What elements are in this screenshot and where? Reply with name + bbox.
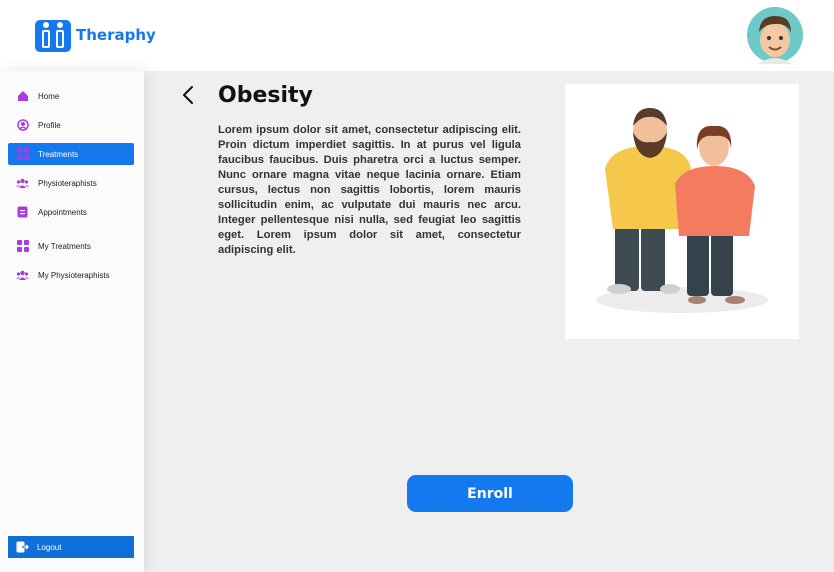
sidebar-item-treatments[interactable]: Treatments (8, 143, 134, 165)
sidebar-item-label: Home (38, 91, 60, 101)
users-icon (16, 269, 29, 282)
sidebar-item-label: My Treatments (38, 241, 91, 251)
logout-button[interactable]: Logout (8, 536, 134, 558)
treatment-illustration (565, 84, 799, 339)
enroll-button[interactable]: Enroll (407, 475, 573, 512)
sidebar-item-label: Profile (38, 120, 61, 130)
sidebar-item-physioteraphists[interactable]: Physioteraphists (8, 172, 134, 194)
sidebar-item-label: Appointments (38, 207, 87, 217)
sidebar-item-label: Treatments (38, 149, 79, 159)
sidebar-item-label: My Physioteraphists (38, 270, 110, 280)
grid-icon (16, 240, 29, 253)
calendar-icon (16, 206, 29, 219)
back-arrow-icon[interactable] (180, 84, 198, 106)
sidebar-item-profile[interactable]: Profile (8, 114, 134, 136)
sidebar-item-label: Physioteraphists (38, 178, 97, 188)
sidebar: Home Profile Treatments Physioteraphists… (0, 71, 144, 572)
top-bar: Theraphy (0, 0, 834, 71)
sidebar-item-appointments[interactable]: Appointments (8, 201, 134, 223)
treatment-description: Lorem ipsum dolor sit amet, consectetur … (218, 124, 521, 256)
profile-icon (16, 119, 29, 132)
page-title: Obesity (218, 83, 313, 108)
brand-logo[interactable]: Theraphy (34, 16, 156, 54)
avatar[interactable] (744, 6, 806, 64)
sidebar-item-home[interactable]: Home (8, 85, 134, 107)
sidebar-item-my-treatments[interactable]: My Treatments (8, 235, 134, 257)
users-icon (16, 177, 29, 190)
logout-label: Logout (37, 542, 62, 552)
logo-icon (35, 20, 71, 52)
brand-name: Theraphy (76, 26, 156, 44)
home-icon (16, 90, 29, 103)
sidebar-item-my-physioteraphists[interactable]: My Physioteraphists (8, 264, 134, 286)
grid-icon (16, 148, 29, 161)
logout-icon (16, 541, 29, 553)
